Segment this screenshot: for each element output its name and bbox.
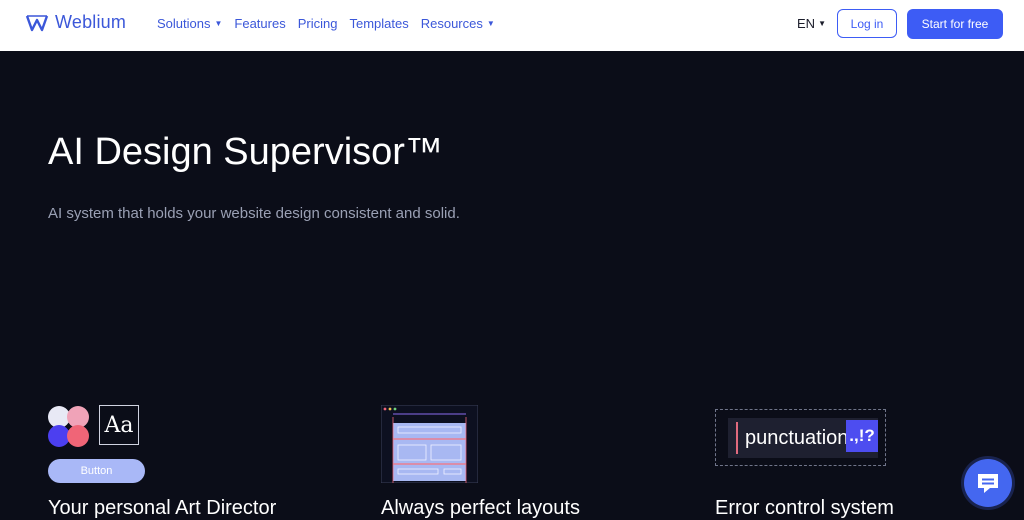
menu-label: Resources (420, 16, 483, 31)
text-cursor-icon (736, 422, 738, 454)
chat-bubble-icon (978, 474, 998, 493)
punctuation-illustration: punctuation .,!? (715, 409, 886, 466)
menu-item-features[interactable]: Features (234, 16, 285, 31)
language-selector[interactable]: EN ▼ (797, 16, 826, 31)
brand-name: Weblium (55, 12, 127, 32)
main-menu: Solutions ▼ Features Pricing Templates R… (157, 16, 495, 31)
typography-sample: Aa (99, 405, 139, 445)
menu-label: Templates (349, 16, 409, 31)
caret-down-icon: ▼ (214, 19, 223, 28)
menu-item-resources[interactable]: Resources ▼ (421, 16, 495, 31)
menu-label: Features (234, 16, 286, 31)
menu-item-solutions[interactable]: Solutions ▼ (157, 16, 222, 31)
menu-label: Solutions (157, 16, 211, 31)
chat-button[interactable] (964, 459, 1012, 507)
top-navbar: Weblium Solutions ▼ Features Pricing Tem… (0, 0, 1024, 51)
color-palette-illustration (48, 406, 90, 448)
weblium-w-icon (25, 14, 49, 31)
language-code: EN (797, 16, 816, 31)
caret-down-icon: ▼ (818, 19, 826, 28)
punctuation-word: punctuation (745, 427, 849, 449)
caret-down-icon: ▼ (486, 19, 495, 28)
login-button[interactable]: Log in (837, 9, 897, 38)
sample-button-illustration: Button (48, 459, 145, 483)
menu-item-pricing[interactable]: Pricing (298, 16, 338, 31)
start-free-button[interactable]: Start for free (907, 9, 1003, 39)
page-title: AI Design Supervisor™ (48, 131, 443, 173)
punctuation-marks-badge: .,!? (846, 420, 878, 452)
menu-label: Pricing (297, 16, 338, 31)
layout-grid-illustration (381, 405, 478, 483)
page-subtitle: AI system that holds your website design… (48, 205, 460, 222)
brand-logo[interactable]: Weblium (25, 12, 126, 33)
menu-item-templates[interactable]: Templates (349, 16, 408, 31)
palette-dot (67, 425, 89, 447)
